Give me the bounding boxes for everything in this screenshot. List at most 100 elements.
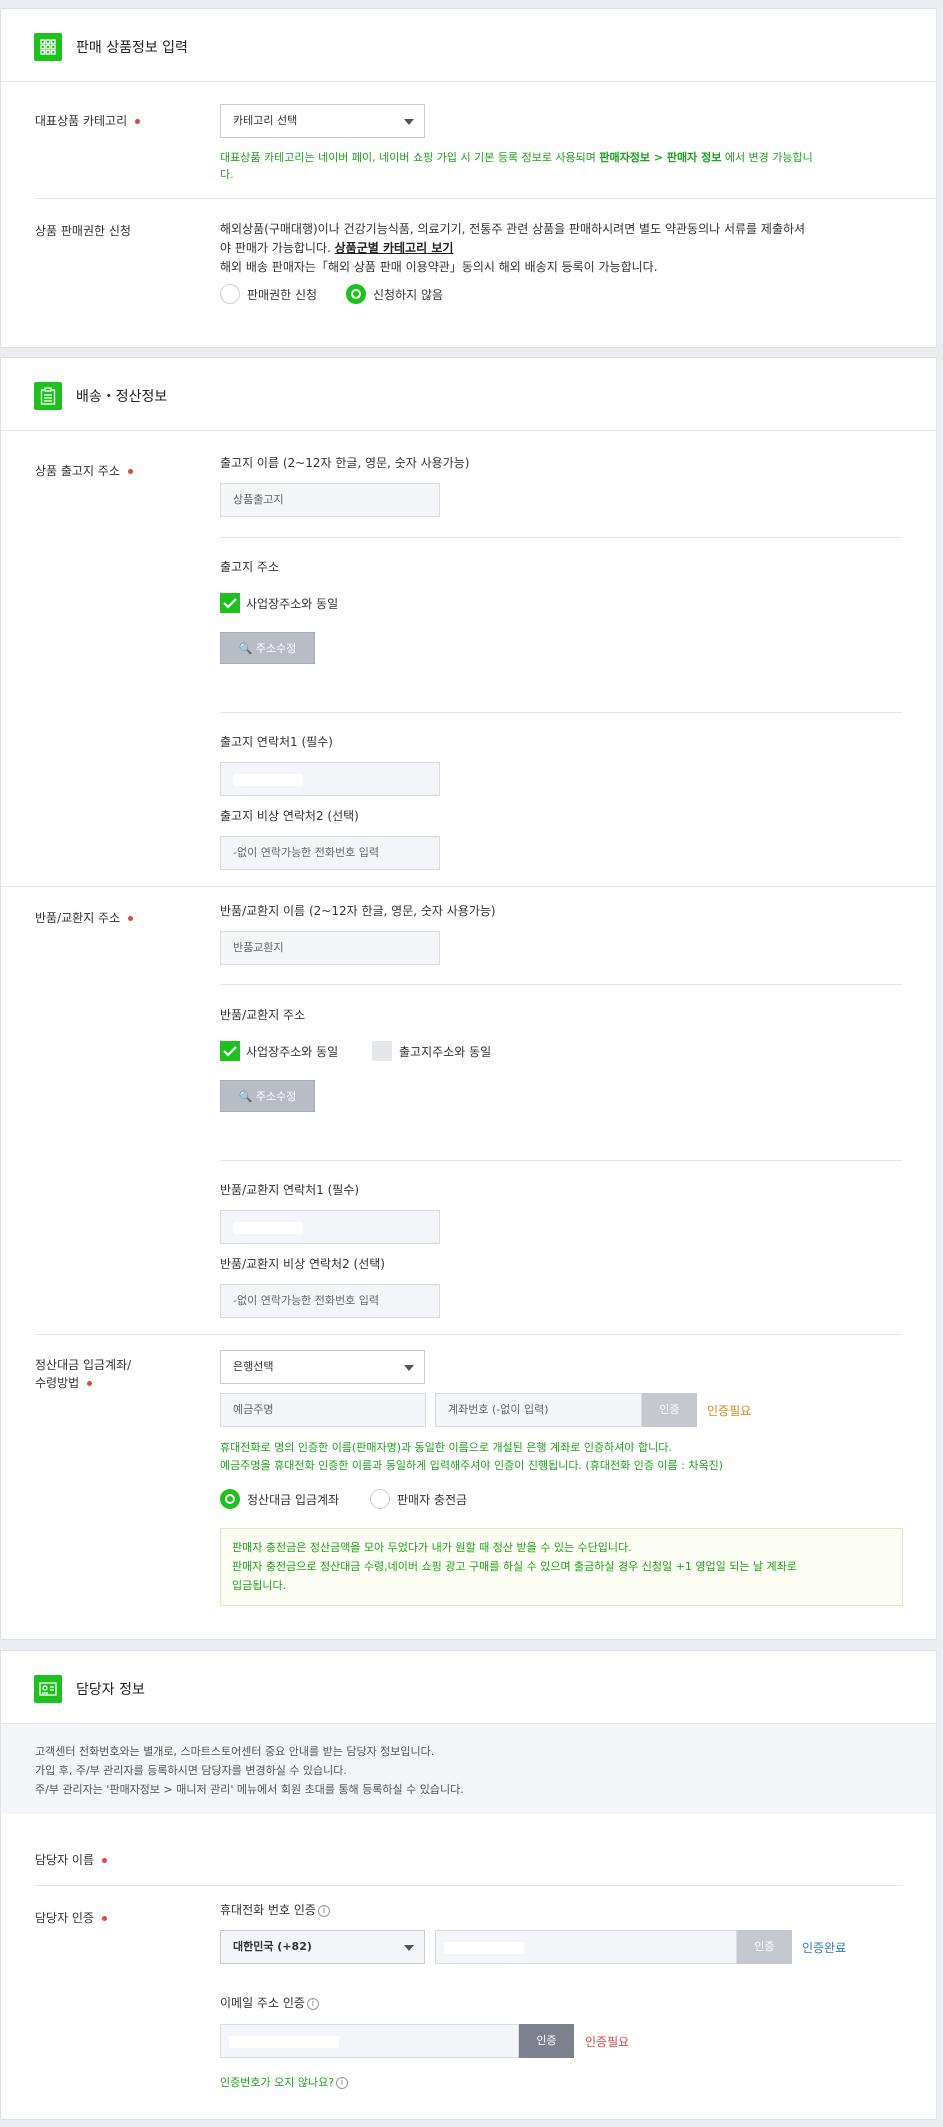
required-dot	[135, 119, 141, 124]
info-line-1: 고객센터 전화번호와는 별개로, 스마트스토어센터 중요 안내를 받는 담당자 …	[35, 1745, 435, 1758]
masked-value	[233, 774, 303, 786]
check-icon	[223, 598, 237, 609]
divider	[220, 537, 902, 538]
chevron-down-icon	[404, 1365, 414, 1371]
return-address-edit-button[interactable]: 🔍 주소수정	[220, 1080, 315, 1112]
section-title: 배송・정산정보	[76, 389, 168, 405]
account-number-input[interactable]: 계좌번호 (-없이 입력)	[435, 1393, 642, 1427]
ship-contact2-label: 출고지 비상 연락처2 (선택)	[220, 809, 359, 823]
radio-not-apply-label: 신청하지 않음	[373, 288, 444, 302]
clipboard-icon	[34, 382, 62, 410]
required-dot	[87, 1381, 93, 1386]
category-help-cont: 다.	[220, 168, 234, 181]
country-code-select[interactable]: 대한민국 (+82)	[220, 1930, 425, 1964]
shipping-settlement-section: 배송・정산정보 상품 출고지 주소 출고지 이름 (2~12자 한글, 영문, …	[0, 357, 937, 1640]
no-code-help[interactable]: 인증번호가 오지 않나요? i	[220, 2074, 349, 2090]
product-info-section: 판매 상품정보 입력 대표상품 카테고리 카테고리 선택 대표상품 카테고리는 …	[0, 8, 937, 348]
account-verify-button[interactable]: 인증	[642, 1393, 697, 1427]
section-header: 판매 상품정보 입력	[1, 9, 936, 82]
settle-label-1: 정산대금 입금계좌/	[35, 1358, 132, 1372]
email-verify-label: 이메일 주소 인증 i	[220, 1994, 319, 2011]
search-icon: 🔍	[238, 1090, 253, 1103]
check-icon	[223, 1046, 237, 1057]
return-same-shipping-label: 출고지주소와 동일	[399, 1045, 492, 1059]
chevron-down-icon	[404, 1945, 414, 1951]
masked-value	[229, 2036, 339, 2048]
category-label: 대표상품 카테고리	[35, 112, 141, 129]
required-dot	[128, 916, 134, 921]
return-label: 반품/교환지 주소	[35, 909, 134, 926]
section-title: 담당자 정보	[76, 1682, 145, 1698]
email-input[interactable]	[220, 2024, 519, 2058]
seller-charge-notice: 판매자 충전금은 정산금액을 모아 두었다가 내가 원할 때 정산 받을 수 있…	[220, 1528, 903, 1606]
phone-verify-status: 인증완료	[802, 1941, 847, 1955]
info-icon[interactable]: i	[306, 1997, 319, 2010]
divider	[220, 984, 902, 985]
ship-same-business-checkbox[interactable]	[220, 593, 240, 613]
divider	[35, 1334, 902, 1335]
manager-name-label: 담당자 이름	[35, 1851, 108, 1868]
divider	[220, 1160, 902, 1161]
ship-contact1-input[interactable]	[220, 762, 440, 796]
email-verify-button[interactable]: 인증	[519, 2024, 574, 2058]
manager-info-box: 고객센터 전화번호와는 별개로, 스마트스토어센터 중요 안내를 받는 담당자 …	[1, 1724, 936, 1814]
category-help: 대표상품 카테고리는 네이버 페이, 네이버 쇼핑 가입 시 기본 등록 정보로…	[220, 151, 813, 164]
return-contact2-label: 반품/교환지 비상 연락처2 (선택)	[220, 1257, 385, 1271]
divider	[220, 712, 902, 713]
ship-address-edit-button[interactable]: 🔍 주소수정	[220, 632, 315, 664]
return-addr-label: 반품/교환지 주소	[220, 1008, 306, 1022]
return-contact1-input[interactable]	[220, 1210, 440, 1244]
permit-desc-2: 야 판매가 가능합니다. 상품군별 카테고리 보기	[220, 241, 454, 255]
masked-value	[444, 1942, 524, 1954]
divider	[1, 886, 936, 887]
notice-line-3: 입금됩니다.	[232, 1579, 287, 1592]
section-header: 담당자 정보	[1, 1651, 936, 1724]
return-name-label: 반품/교환지 이름 (2~12자 한글, 영문, 숫자 사용가능)	[220, 904, 496, 918]
info-icon: i	[336, 2077, 349, 2089]
required-dot	[127, 469, 133, 474]
divider	[35, 1885, 902, 1886]
phone-verify-label: 휴대전화 번호 인증 i	[220, 1901, 330, 1918]
masked-value	[233, 1222, 303, 1234]
permit-desc-1: 해외상품(구매대행)이나 건강기능식품, 의료기기, 전통주 관련 상품을 판매…	[220, 222, 806, 236]
account-verify-status: 인증필요	[707, 1404, 752, 1418]
required-dot	[102, 1858, 108, 1863]
search-icon: 🔍	[238, 642, 253, 655]
phone-number-input[interactable]	[435, 1930, 737, 1964]
settle-help-2: 예금주명을 휴대전화 인증한 이름과 동일하게 입력해주셔야 인증이 진행됩니다…	[220, 1459, 724, 1472]
notice-line-2: 판매자 충전금으로 정산대금 수령,네이버 쇼핑 광고 구매를 하실 수 있으며…	[232, 1560, 797, 1573]
manager-info-section: 담당자 정보 고객센터 전화번호와는 별개로, 스마트스토어센터 중요 안내를 …	[0, 1650, 937, 2120]
settle-label-2: 수령방법	[35, 1374, 93, 1391]
info-icon[interactable]: i	[317, 1904, 330, 1917]
id-card-icon	[34, 1675, 62, 1703]
info-line-2: 가입 후, 주/부 관리자를 등록하시면 담당자를 변경하실 수 있습니다.	[35, 1764, 347, 1777]
radio-seller-charge[interactable]	[370, 1489, 390, 1509]
manager-verify-label: 담당자 인증	[35, 1909, 108, 1926]
return-name-input[interactable]: 반품교환지	[220, 931, 440, 965]
radio-apply[interactable]	[220, 284, 240, 304]
radio-not-apply[interactable]	[346, 284, 366, 304]
required-dot	[102, 1916, 108, 1921]
divider	[35, 198, 936, 199]
account-holder-input[interactable]: 예금주명	[220, 1393, 426, 1427]
bank-select[interactable]: 은행선택	[220, 1350, 425, 1384]
radio-bank-account-label: 정산대금 입금계좌	[247, 1493, 340, 1507]
permit-desc-3: 해외 배송 판매자는「해외 상품 판매 이용약관」동의시 해외 배송지 등록이 …	[220, 260, 658, 274]
radio-bank-account[interactable]	[220, 1489, 240, 1509]
phone-verify-button[interactable]: 인증	[737, 1930, 792, 1964]
radio-apply-label: 판매권한 신청	[247, 288, 318, 302]
section-title: 판매 상품정보 입력	[76, 40, 188, 56]
section-header: 배송・정산정보	[1, 358, 936, 431]
email-verify-status: 인증필요	[585, 2035, 630, 2049]
ship-name-input[interactable]: 상품출고지	[220, 483, 440, 517]
return-same-shipping-checkbox[interactable]	[372, 1041, 392, 1061]
ship-same-business-label: 사업장주소와 동일	[246, 597, 339, 611]
category-list-link[interactable]: 상품군별 카테고리 보기	[335, 241, 454, 255]
ship-contact2-input[interactable]: -없이 연락가능한 전화번호 입력	[220, 836, 440, 870]
category-select[interactable]: 카테고리 선택	[220, 104, 425, 138]
ship-name-label: 출고지 이름 (2~12자 한글, 영문, 숫자 사용가능)	[220, 456, 470, 470]
radio-seller-charge-label: 판매자 충전금	[397, 1493, 468, 1507]
return-contact2-input[interactable]: -없이 연락가능한 전화번호 입력	[220, 1284, 440, 1318]
return-same-business-checkbox[interactable]	[220, 1041, 240, 1061]
return-same-business-label: 사업장주소와 동일	[246, 1045, 339, 1059]
